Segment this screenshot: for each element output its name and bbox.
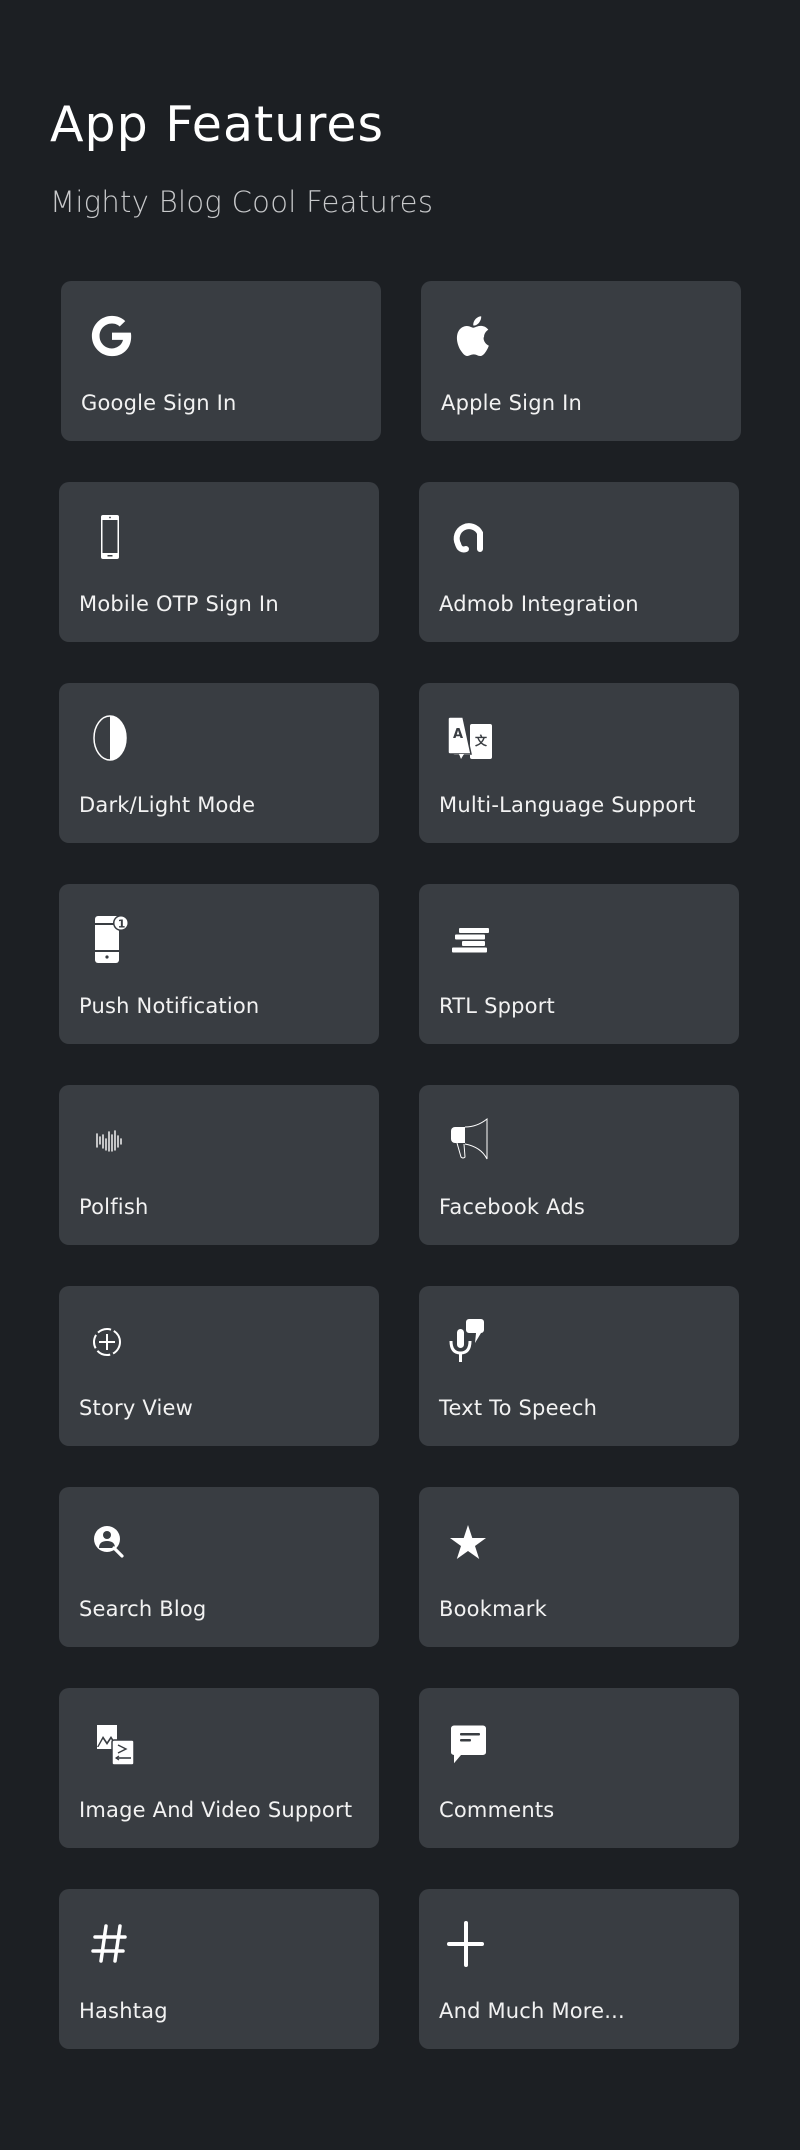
- feature-label: Search Blog: [79, 1597, 207, 1621]
- feature-card-much-more[interactable]: And Much More...: [419, 1889, 739, 2049]
- apple-icon: [449, 311, 499, 361]
- feature-label: RTL Spport: [439, 994, 555, 1018]
- feature-card-dark-light-mode[interactable]: Dark/Light Mode: [59, 683, 379, 843]
- feature-label: Dark/Light Mode: [79, 793, 256, 817]
- feature-card-search-blog[interactable]: Search Blog: [59, 1487, 379, 1647]
- feature-label: Apple Sign In: [441, 391, 583, 415]
- feature-card-admob[interactable]: Admob Integration: [419, 482, 739, 642]
- feature-label: Polfish: [79, 1195, 149, 1219]
- sound-wave-icon: [87, 1115, 137, 1165]
- feature-card-hashtag[interactable]: Hashtag: [59, 1889, 379, 2049]
- feature-label: Image And Video Support: [79, 1798, 353, 1822]
- feature-card-text-to-speech[interactable]: Text To Speech: [419, 1286, 739, 1446]
- star-icon: [447, 1517, 497, 1567]
- feature-label: And Much More...: [439, 1999, 625, 2023]
- feature-label: Mobile OTP Sign In: [79, 592, 279, 616]
- svg-text:A: A: [453, 727, 463, 742]
- feature-label: Bookmark: [439, 1597, 547, 1621]
- add-story-icon: [87, 1316, 137, 1366]
- feature-card-facebook-ads[interactable]: Facebook Ads: [419, 1085, 739, 1245]
- google-icon: [89, 311, 139, 361]
- feature-card-image-video[interactable]: Image And Video Support: [59, 1688, 379, 1848]
- comment-icon: [447, 1718, 497, 1768]
- feature-label: Hashtag: [79, 1999, 168, 2023]
- align-right-icon: [447, 914, 497, 964]
- feature-card-mobile-otp[interactable]: Mobile OTP Sign In: [59, 482, 379, 642]
- feature-card-google-sign-in[interactable]: Google Sign In: [61, 281, 381, 441]
- phone-notification-icon: 1: [87, 914, 137, 964]
- page-title: App Features: [50, 96, 384, 153]
- feature-label: Text To Speech: [439, 1396, 598, 1420]
- feature-label: Facebook Ads: [439, 1195, 586, 1219]
- svg-text:文: 文: [475, 733, 488, 748]
- megaphone-icon: [447, 1115, 497, 1165]
- plus-icon: [447, 1919, 497, 1969]
- feature-label: Multi-Language Support: [439, 793, 696, 817]
- feature-card-rtl-support[interactable]: RTL Spport: [419, 884, 739, 1044]
- image-video-icon: [87, 1718, 137, 1768]
- search-user-icon: [87, 1517, 137, 1567]
- feature-card-multi-language[interactable]: A文 Multi-Language Support: [419, 683, 739, 843]
- feature-card-story-view[interactable]: Story View: [59, 1286, 379, 1446]
- feature-card-push-notification[interactable]: 1 Push Notification: [59, 884, 379, 1044]
- feature-card-comments[interactable]: Comments: [419, 1688, 739, 1848]
- feature-label: Comments: [439, 1798, 555, 1822]
- feature-label: Push Notification: [79, 994, 260, 1018]
- hashtag-icon: [87, 1919, 137, 1969]
- feature-label: Google Sign In: [81, 391, 237, 415]
- feature-label: Admob Integration: [439, 592, 639, 616]
- feature-card-polfish[interactable]: Polfish: [59, 1085, 379, 1245]
- feature-card-bookmark[interactable]: Bookmark: [419, 1487, 739, 1647]
- page-subtitle: Mighty Blog Cool Features: [50, 185, 434, 219]
- mobile-phone-icon: [87, 512, 137, 562]
- feature-label: Story View: [79, 1396, 193, 1420]
- microphone-speech-icon: [447, 1316, 497, 1366]
- translate-icon: A文: [447, 713, 497, 763]
- svg-text:1: 1: [118, 918, 126, 931]
- feature-card-apple-sign-in[interactable]: Apple Sign In: [421, 281, 741, 441]
- contrast-icon: [87, 713, 137, 763]
- admob-icon: [447, 512, 497, 562]
